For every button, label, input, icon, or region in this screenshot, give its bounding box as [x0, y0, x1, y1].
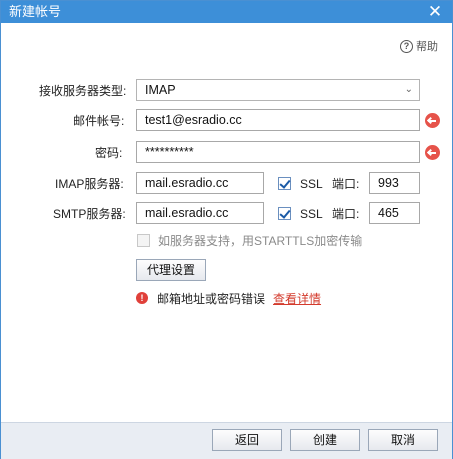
- create-button[interactable]: 创建: [290, 429, 360, 451]
- view-details-link[interactable]: 查看详情: [273, 290, 321, 307]
- chevron-down-icon: ⌄: [404, 84, 413, 95]
- smtp-port-label: 端口:: [332, 207, 360, 221]
- help-label: 帮助: [416, 41, 438, 53]
- imap-label: IMAP服务器:: [55, 177, 124, 191]
- server-type-select[interactable]: IMAP ⌄: [136, 79, 420, 101]
- account-value: test1@esradio.cc: [145, 113, 242, 127]
- imap-port-value: 993: [378, 176, 399, 190]
- account-label: 邮件帐号:: [73, 114, 125, 128]
- question-circle-icon: ?: [400, 39, 413, 53]
- imap-port-label: 端口:: [332, 177, 360, 191]
- smtp-server-input[interactable]: mail.esradio.cc: [136, 202, 264, 224]
- smtp-port-input[interactable]: 465: [369, 202, 420, 224]
- password-value: **********: [145, 145, 194, 159]
- account-input[interactable]: test1@esradio.cc: [136, 109, 420, 131]
- smtp-ssl-label: SSL: [300, 207, 323, 221]
- smtp-port-value: 465: [378, 206, 399, 220]
- smtp-label: SMTP服务器:: [53, 207, 126, 221]
- starttls-label: 如服务器支持，用STARTTLS加密传输: [158, 234, 363, 248]
- password-label: 密码:: [95, 146, 123, 160]
- imap-ssl-checkbox[interactable]: [278, 177, 291, 190]
- password-error-icon: [425, 145, 440, 160]
- smtp-server-value: mail.esradio.cc: [145, 206, 229, 220]
- close-icon[interactable]: ✕: [426, 3, 444, 21]
- cancel-button[interactable]: 取消: [368, 429, 438, 451]
- server-type-label: 接收服务器类型:: [39, 84, 127, 98]
- imap-ssl-label: SSL: [300, 177, 323, 191]
- server-type-value: IMAP: [145, 83, 176, 97]
- imap-server-input[interactable]: mail.esradio.cc: [136, 172, 264, 194]
- new-account-dialog: 新建帐号 ✕ ? 帮助 接收服务器类型: IMAP ⌄ 邮件帐号: test1@…: [0, 0, 453, 459]
- alert-icon: !: [136, 292, 148, 304]
- password-input[interactable]: **********: [136, 141, 420, 163]
- imap-server-value: mail.esradio.cc: [145, 176, 229, 190]
- error-message: 邮箱地址或密码错误: [157, 291, 266, 306]
- dialog-footer: 返回 创建 取消: [1, 422, 452, 459]
- proxy-settings-button[interactable]: 代理设置: [136, 259, 206, 281]
- smtp-ssl-checkbox[interactable]: [278, 207, 291, 220]
- window-title: 新建帐号: [9, 4, 62, 19]
- starttls-checkbox[interactable]: [137, 234, 150, 247]
- title-bar: 新建帐号 ✕: [1, 1, 452, 23]
- back-button[interactable]: 返回: [212, 429, 282, 451]
- help-link[interactable]: ? 帮助: [400, 38, 438, 54]
- error-status: ! 邮箱地址或密码错误 查看详情: [136, 290, 321, 307]
- account-error-icon: [425, 113, 440, 128]
- imap-port-input[interactable]: 993: [369, 172, 420, 194]
